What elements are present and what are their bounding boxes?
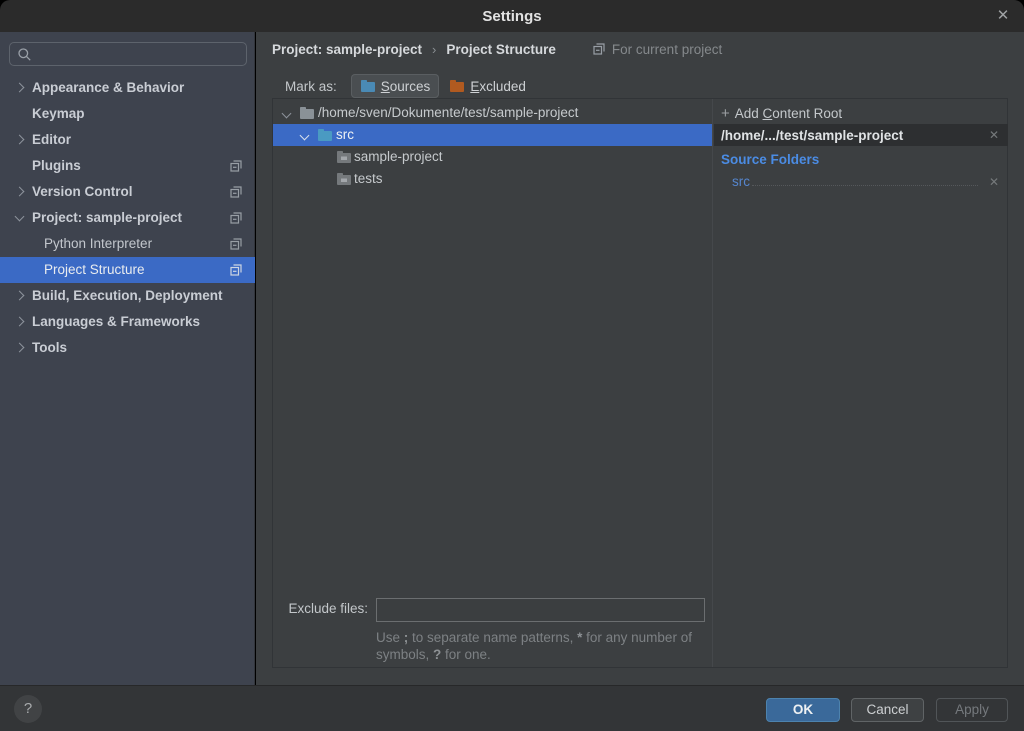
excluded-label: E bbox=[470, 79, 479, 94]
per-project-settings-icon bbox=[229, 159, 243, 173]
chevron-right-icon bbox=[15, 291, 25, 301]
dialog-title: Settings bbox=[482, 8, 541, 25]
sources-folder-icon bbox=[360, 79, 376, 93]
search-input[interactable] bbox=[9, 42, 247, 66]
cancel-button[interactable]: Cancel bbox=[851, 698, 924, 722]
tree-row-tests[interactable]: tests bbox=[273, 168, 712, 190]
folder-icon bbox=[336, 150, 352, 164]
search-icon bbox=[17, 47, 32, 62]
sidebar-item-appearance-behavior[interactable]: Appearance & Behavior bbox=[0, 75, 255, 101]
tree-node-label: /home/sven/Dokumente/test/sample-project bbox=[318, 102, 578, 124]
mark-as-toolbar: Mark as: Sources Excluded bbox=[285, 74, 535, 98]
sidebar-item-label: Project: sample-project bbox=[32, 210, 182, 225]
settings-nav: Appearance & Behavior Keymap Editor Plug… bbox=[0, 75, 255, 361]
per-project-settings-icon bbox=[229, 211, 243, 225]
sidebar-item-label: Languages & Frameworks bbox=[32, 314, 200, 329]
sidebar-item-project-sample-project[interactable]: Project: sample-project bbox=[0, 205, 255, 231]
content-root-details: + Add Content Root /home/.../test/sample… bbox=[714, 99, 1008, 667]
sidebar-item-python-interpreter[interactable]: Python Interpreter bbox=[0, 231, 255, 257]
close-icon[interactable]: ✕ bbox=[992, 5, 1014, 27]
settings-dialog: Settings ✕ Appearance & Behavior Keymap … bbox=[0, 0, 1024, 731]
sidebar-item-keymap[interactable]: Keymap bbox=[0, 101, 255, 127]
exclude-files-input[interactable] bbox=[376, 598, 705, 622]
remove-content-root-icon[interactable]: ✕ bbox=[980, 128, 1008, 142]
folder-icon bbox=[336, 172, 352, 186]
dialog-footer: ? OK Cancel Apply bbox=[0, 685, 1024, 731]
add-content-root-button[interactable]: + Add Content Root bbox=[721, 104, 842, 122]
tree-node-label: tests bbox=[354, 168, 383, 190]
chevron-right-icon bbox=[15, 343, 25, 353]
breadcrumb: Project: sample-project › Project Struct… bbox=[272, 40, 722, 58]
per-project-settings-icon bbox=[229, 237, 243, 251]
for-current-project-label: For current project bbox=[612, 42, 722, 57]
per-project-settings-icon bbox=[229, 263, 243, 277]
source-folders-header: Source Folders bbox=[721, 152, 819, 167]
sidebar-item-label: Keymap bbox=[32, 106, 85, 121]
sidebar-item-label: Appearance & Behavior bbox=[32, 80, 184, 95]
chevron-right-icon bbox=[15, 135, 25, 145]
chevron-down-icon bbox=[15, 212, 25, 222]
sidebar-item-label: Editor bbox=[32, 132, 71, 147]
sidebar-item-label: Project Structure bbox=[44, 262, 145, 277]
content-root-entry[interactable]: /home/.../test/sample-project ✕ bbox=[714, 124, 1008, 146]
chevron-right-icon bbox=[15, 187, 25, 197]
chevron-down-icon bbox=[282, 109, 292, 119]
dotted-leader bbox=[752, 185, 978, 186]
source-folder-name: src bbox=[732, 173, 750, 191]
source-folder-entry[interactable]: src ✕ bbox=[714, 171, 1008, 191]
ok-button[interactable]: OK bbox=[766, 698, 840, 722]
chevron-down-icon bbox=[300, 131, 310, 141]
exclude-files-hint: Use ; to separate name patterns, * for a… bbox=[376, 629, 711, 663]
chevron-right-icon bbox=[15, 317, 25, 327]
sidebar-item-label: Version Control bbox=[32, 184, 133, 199]
sidebar-item-version-control[interactable]: Version Control bbox=[0, 179, 255, 205]
breadcrumb-separator: › bbox=[432, 42, 436, 57]
sidebar-item-label: Python Interpreter bbox=[44, 236, 152, 251]
title-bar: Settings ✕ bbox=[0, 0, 1024, 32]
tree-row-content-root[interactable]: /home/sven/Dokumente/test/sample-project bbox=[273, 102, 712, 124]
sidebar-item-editor[interactable]: Editor bbox=[0, 127, 255, 153]
mark-as-label: Mark as: bbox=[285, 79, 337, 94]
sidebar-item-label: Plugins bbox=[32, 158, 81, 173]
sources-label: S bbox=[381, 79, 390, 94]
excluded-folder-icon bbox=[449, 79, 465, 93]
sidebar-item-label: Tools bbox=[32, 340, 67, 355]
question-mark-icon: ? bbox=[24, 700, 32, 717]
apply-button[interactable]: Apply bbox=[936, 698, 1008, 722]
project-structure-content: /home/sven/Dokumente/test/sample-project… bbox=[272, 98, 1008, 668]
plus-icon: + bbox=[721, 105, 730, 122]
source-folder-icon bbox=[317, 128, 333, 142]
breadcrumb-project: Project: sample-project bbox=[272, 42, 422, 57]
mark-sources-button[interactable]: Sources bbox=[351, 74, 440, 98]
folder-icon bbox=[299, 106, 315, 120]
for-current-project-note: For current project bbox=[592, 42, 722, 57]
sidebar-item-plugins[interactable]: Plugins bbox=[0, 153, 255, 179]
content-root-tree: /home/sven/Dokumente/test/sample-project… bbox=[273, 99, 713, 667]
tree-row-sample-project[interactable]: sample-project bbox=[273, 146, 712, 168]
sidebar-item-build-execution-deployment[interactable]: Build, Execution, Deployment bbox=[0, 283, 255, 309]
chevron-right-icon bbox=[15, 83, 25, 93]
sidebar-item-project-structure[interactable]: Project Structure bbox=[0, 257, 255, 283]
sidebar-item-label: Build, Execution, Deployment bbox=[32, 288, 223, 303]
tree-node-label: src bbox=[336, 124, 354, 146]
sidebar-item-tools[interactable]: Tools bbox=[0, 335, 255, 361]
breadcrumb-page: Project Structure bbox=[446, 42, 556, 57]
remove-source-folder-icon[interactable]: ✕ bbox=[980, 173, 1008, 191]
exclude-files-label: Exclude files: bbox=[273, 601, 368, 616]
per-project-settings-icon bbox=[229, 185, 243, 199]
mark-excluded-button[interactable]: Excluded bbox=[440, 74, 535, 98]
tree-node-label: sample-project bbox=[354, 146, 443, 168]
content-root-path: /home/.../test/sample-project bbox=[721, 128, 980, 143]
settings-sidebar: Appearance & Behavior Keymap Editor Plug… bbox=[0, 32, 255, 685]
help-button[interactable]: ? bbox=[14, 695, 42, 723]
main-panel: Project: sample-project › Project Struct… bbox=[256, 32, 1024, 685]
tree-row-src[interactable]: src bbox=[273, 124, 712, 146]
sidebar-item-languages-frameworks[interactable]: Languages & Frameworks bbox=[0, 309, 255, 335]
per-project-settings-icon bbox=[592, 42, 606, 56]
